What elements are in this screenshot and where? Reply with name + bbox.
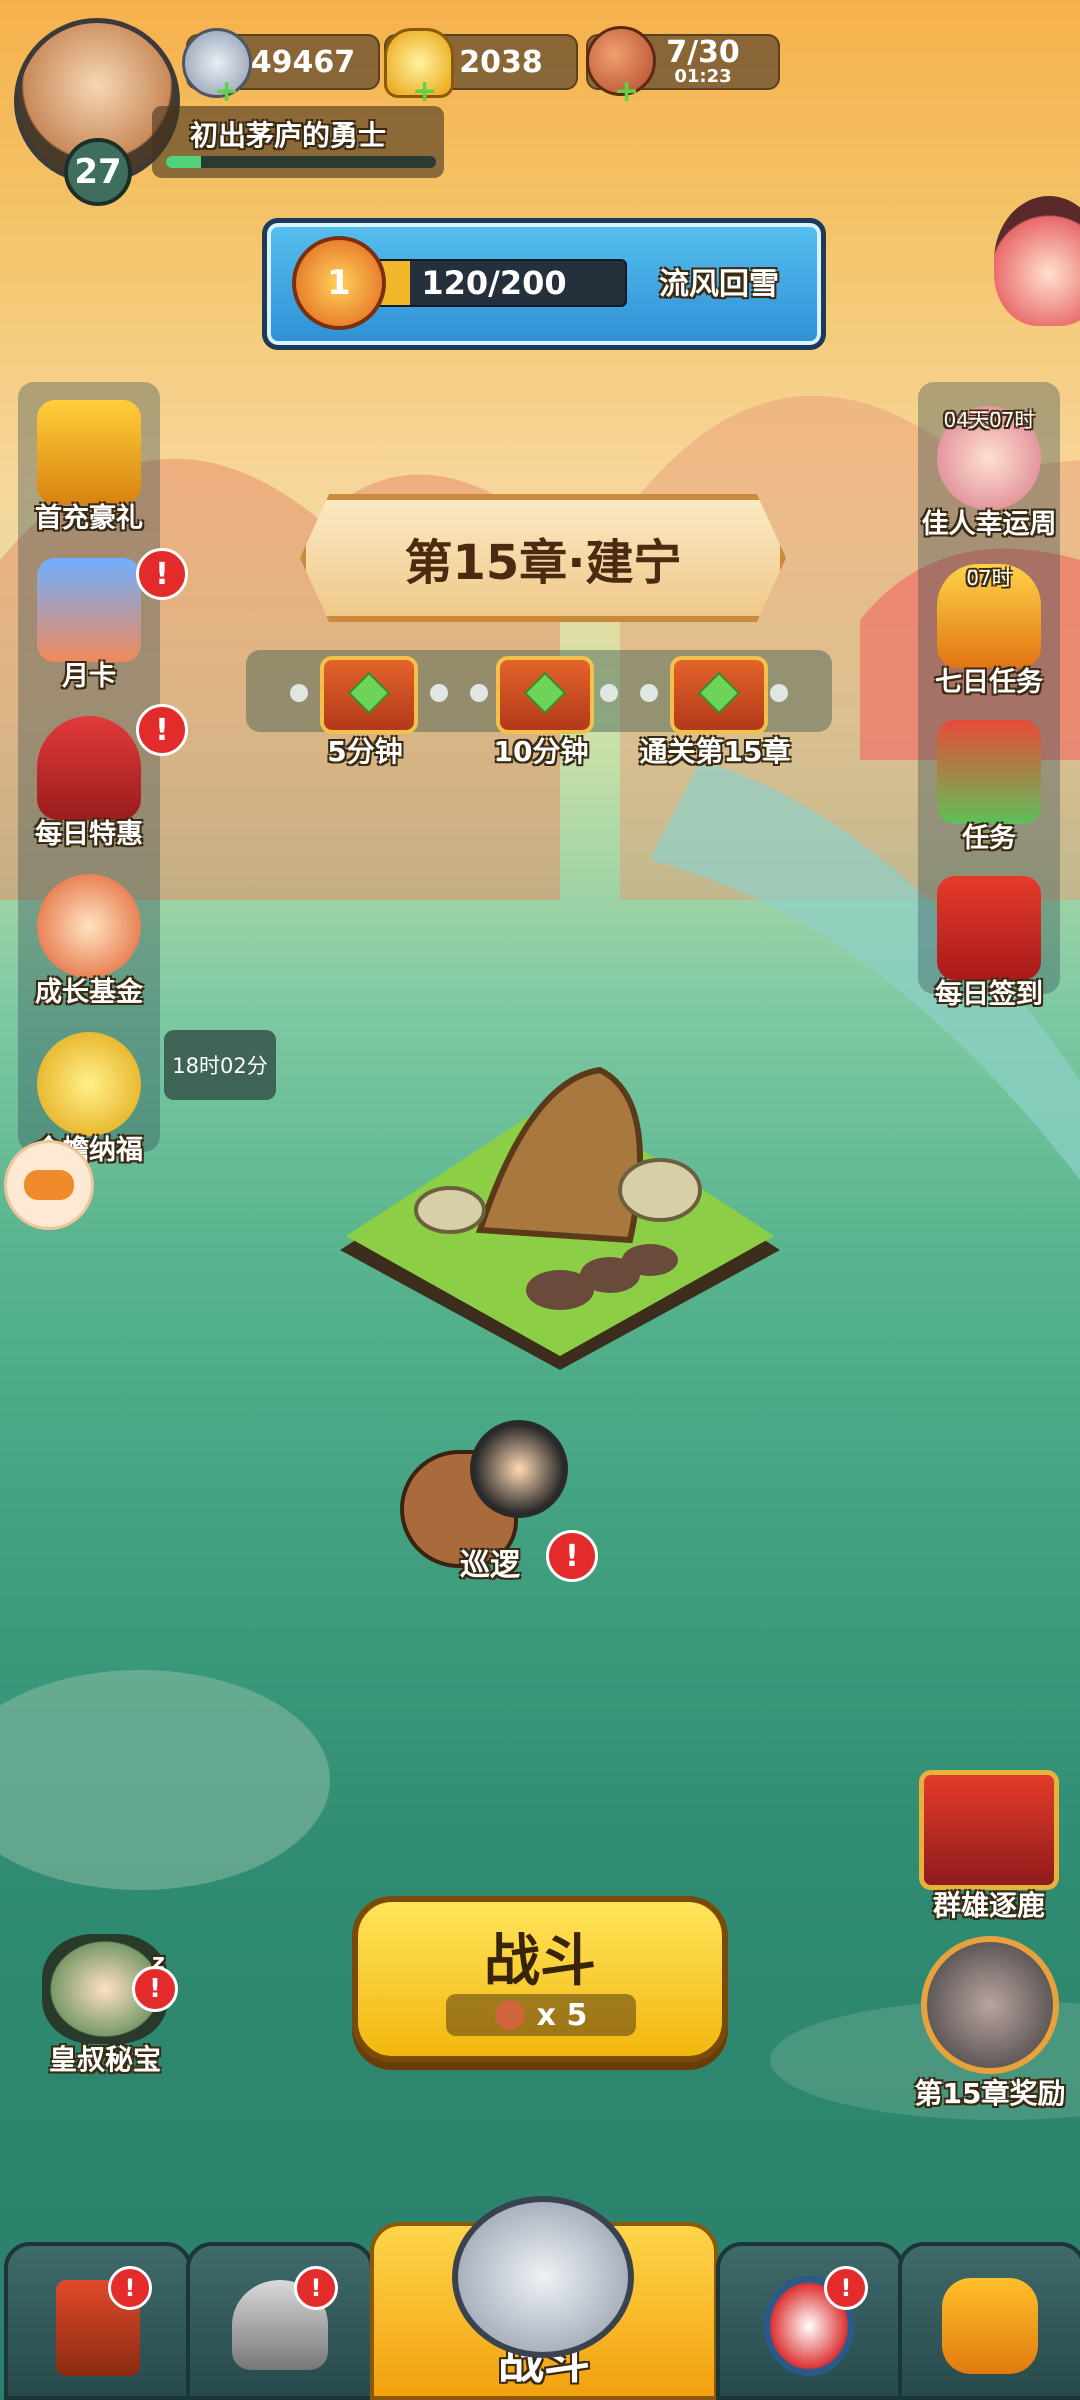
stage-island[interactable] — [330, 1040, 790, 1400]
season-progress-bar: 120/200 — [361, 259, 627, 307]
alert-icon: ! — [132, 1966, 178, 2012]
first-recharge-button[interactable]: 首充豪礼 — [14, 400, 164, 535]
calendar-card-icon — [37, 558, 141, 662]
treasure-chest-icon — [37, 400, 141, 504]
growth-fund-button[interactable]: 成长基金 — [14, 874, 164, 1009]
meat-icon — [494, 2000, 525, 2030]
golden-toad-icon — [37, 1032, 141, 1136]
daily-signin-label: 每日签到 — [935, 979, 1043, 1010]
reward-chest-icon[interactable] — [496, 656, 594, 734]
hero-head-icon — [470, 1420, 568, 1518]
gem-icon — [347, 671, 391, 715]
reward-label-clear: 通关第15章 — [639, 735, 791, 768]
gem-icon — [523, 671, 567, 715]
chapter-banner: 第15章·建宁 — [300, 494, 786, 622]
signin-envelope-icon — [937, 876, 1041, 980]
golden-toad-timer: 18时02分 — [164, 1030, 276, 1100]
alert-icon: ! — [824, 2266, 868, 2310]
qunxiong-label: 群雄逐鹿 — [932, 1889, 1045, 1922]
player-level-badge: 27 — [64, 138, 132, 206]
exp-bar-fill — [166, 156, 202, 168]
first-recharge-label: 首充豪礼 — [35, 503, 143, 534]
battle-cost: x 5 — [446, 1994, 636, 2036]
season-name: 流风回雪 — [659, 267, 779, 302]
daily-signin-button[interactable]: 每日签到 — [914, 876, 1064, 1011]
task-label: 任务 — [962, 823, 1016, 854]
crossed-swords-icon — [452, 2196, 634, 2358]
chapter-reward-button[interactable]: 第15章奖励 — [904, 1936, 1076, 2112]
monthly-card-label: 月卡 — [62, 661, 116, 692]
silver-value: 49467 — [250, 44, 356, 80]
exp-bar — [166, 156, 436, 168]
nav-tab-upgrade[interactable] — [898, 2242, 1080, 2400]
player-title-bar: 初出茅庐的勇士 — [152, 106, 444, 178]
reward-chest-icon[interactable] — [670, 656, 768, 734]
stamina-value: 7/30 — [666, 35, 740, 70]
chapter-reward-label: 第15章奖励 — [914, 2077, 1066, 2110]
nav-tab-heroes[interactable] — [716, 2242, 904, 2400]
qunxiong-button[interactable]: 群雄逐鹿 — [914, 1770, 1064, 1924]
player-title: 初出茅庐的勇士 — [190, 119, 387, 152]
season-progress-text: 120/200 — [421, 264, 567, 302]
nav-tab-equipment[interactable] — [186, 2242, 374, 2400]
stamina-timer: 01:23 — [674, 66, 732, 87]
silver-add-icon[interactable]: + — [214, 74, 239, 109]
lucky-week-timer: 04天07时 — [943, 408, 1035, 432]
gift-bag-icon — [37, 716, 141, 820]
gold-add-icon[interactable]: + — [412, 74, 437, 109]
alert-icon: ! — [546, 1530, 598, 1582]
reward-label-5min: 5分钟 — [327, 735, 403, 768]
fist-upgrade-icon — [942, 2278, 1038, 2374]
banner-scroll-icon — [919, 1770, 1059, 1890]
task-button[interactable]: 任务 — [914, 720, 1064, 855]
seven-day-timer: 07时 — [966, 566, 1012, 590]
reward-label-10min: 10分钟 — [493, 735, 589, 768]
gold-value: 2038 — [459, 44, 543, 80]
huangshu-label: 皇叔秘宝 — [48, 2043, 161, 2076]
growth-fund-label: 成长基金 — [35, 977, 143, 1008]
reward-chest-icon[interactable] — [320, 656, 418, 734]
gamepad-icon[interactable] — [4, 1140, 94, 1230]
gem-icon — [697, 671, 741, 715]
scroll-icon — [937, 720, 1041, 824]
battle-cost-value: x 5 — [536, 1997, 588, 2033]
warhorse-portrait-icon — [921, 1936, 1059, 2074]
fortune-god-icon — [37, 874, 141, 978]
alert-icon: ! — [136, 704, 188, 756]
chapter-title: 第15章·建宁 — [404, 535, 682, 591]
stamina-add-icon[interactable]: + — [614, 74, 639, 109]
gamepad-shape — [24, 1170, 74, 1200]
patrol-label: 巡逻 — [460, 1548, 520, 1583]
alert-icon: ! — [294, 2266, 338, 2310]
battle-label: 战斗 — [484, 1929, 596, 1994]
seven-day-task-label: 七日任务 — [935, 667, 1043, 698]
alert-icon: ! — [108, 2266, 152, 2310]
lucky-week-label: 佳人幸运周 — [921, 509, 1057, 540]
battle-button[interactable]: 战斗 x 5 — [352, 1896, 728, 2062]
nav-tab-city[interactable] — [4, 2242, 192, 2400]
alert-icon: ! — [136, 548, 188, 600]
daily-deal-label: 每日特惠 — [35, 819, 143, 850]
season-rank-medal: 1 — [292, 236, 386, 330]
